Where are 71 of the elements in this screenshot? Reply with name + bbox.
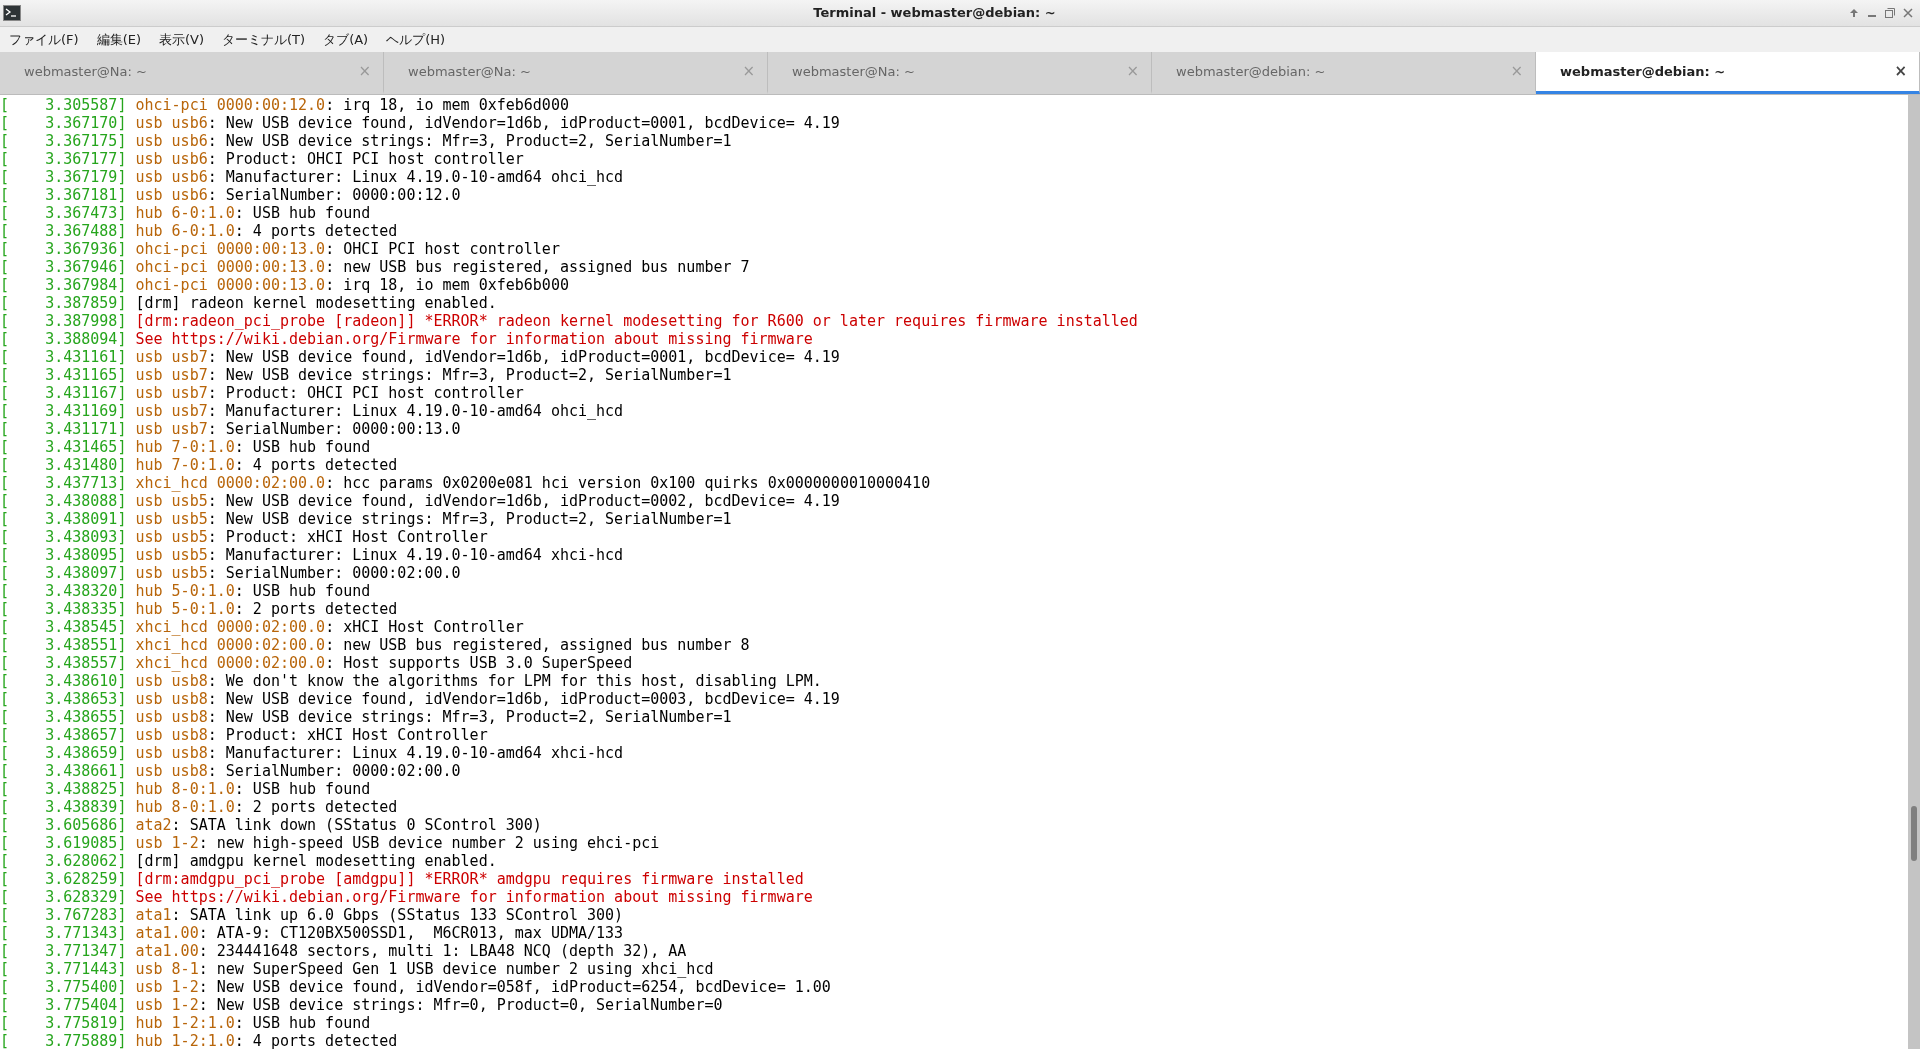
log-line: [ 3.431480] hub 7-0:1.0: 4 ports detected [0,456,399,474]
log-line: [ 3.438610] usb usb8: We don't know the algorithms for LPM for this host, disabling LPM. [0,672,823,690]
log-line: [ 3.438557] xhci_hcd 0000:02:00.0: Host supports USB 3.0 SuperSpeed [0,654,634,672]
log-line: [ 3.438088] usb usb5: New USB device found, idVendor=1d6b, idProduct=0002, bcdDevice= 4.19 [0,492,841,510]
log-line: [ 3.619085] usb 1-2: new high-speed USB device number 2 using ehci-pci [0,834,661,852]
terminal-icon [3,5,21,21]
log-line: [ 3.438551] xhci_hcd 0000:02:00.0: new USB bus registered, assigned bus number 8 [0,636,751,654]
log-line: [ 3.438839] hub 8-0:1.0: 2 ports detected [0,798,399,816]
log-line: [ 3.438545] xhci_hcd 0000:02:00.0: xHCI Host Controller [0,618,525,636]
close-tab-button[interactable]: × [1894,60,1907,83]
log-line: [ 3.438095] usb usb5: Manufacturer: Linux 4.19.0-10-amd64 xhci-hcd [0,546,625,564]
log-line: [ 3.438097] usb usb5: SerialNumber: 0000:02:00.0 [0,564,462,582]
menu-item[interactable]: ファイル(F) [0,29,88,50]
log-line: [ 3.628062] [drm] amdgpu kernel modesetting enabled. [0,852,498,870]
window-title: Terminal - webmaster@debian: ~ [812,4,1057,23]
log-line: [ 3.438093] usb usb5: Product: xHCI Host Controller [0,528,489,546]
log-line: [ 3.367473] hub 6-0:1.0: USB hub found [0,204,372,222]
close-icon[interactable] [1902,7,1914,19]
log-line: [ 3.367179] usb usb6: Manufacturer: Linux 4.19.0-10-amd64 ohci_hcd [0,168,625,186]
log-line: [ 3.367936] ohci-pci 0000:00:13.0: OHCI PCI host controller [0,240,561,258]
log-line: [ 3.775404] usb 1-2: New USB device strings: Mfr=0, Product=0, SerialNumber=0 [0,996,724,1014]
log-line: [ 3.628329] See https://wiki.debian.org/Firmware for information about missing firmware [0,888,814,906]
log-line: [ 3.438320] hub 5-0:1.0: USB hub found [0,582,372,600]
log-line: [ 3.367946] ohci-pci 0000:00:13.0: new USB bus registered, assigned bus number 7 [0,258,751,276]
log-line: [ 3.431167] usb usb7: Product: OHCI PCI host controller [0,384,525,402]
log-line: [ 3.431161] usb usb7: New USB device found, idVendor=1d6b, idProduct=0001, bcdDevice= 4.19 [0,348,841,366]
log-line: [ 3.771443] usb 8-1: new SuperSpeed Gen 1 USB device number 2 using xhci_hcd [0,960,715,978]
log-line: [ 3.767283] ata1: SATA link up 6.0 Gbps (SStatus 133 SControl 300) [0,906,625,924]
log-line: [ 3.438657] usb usb8: Product: xHCI Host Controller [0,726,489,744]
menu-item[interactable]: タブ(A) [314,29,378,50]
log-line: [ 3.387859] [drm] radeon kernel modesetting enabled. [0,294,498,312]
log-line: [ 3.367181] usb usb6: SerialNumber: 0000:00:12.0 [0,186,462,204]
log-line: [ 3.367177] usb usb6: Product: OHCI PCI host controller [0,150,525,168]
log-line: [ 3.771343] ata1.00: ATA-9: CT120BX500SSD1, M6CR013, max UDMA/133 [0,924,625,942]
log-line: [ 3.628259] [drm:amdgpu_pci_probe [amdgpu]] *ERROR* amdgpu requires firmware installed [0,870,805,888]
log-line: [ 3.367984] ohci-pci 0000:00:13.0: irq 18, io mem 0xfeb6b000 [0,276,570,294]
log-line: [ 3.438335] hub 5-0:1.0: 2 ports detected [0,600,399,618]
terminal-tab[interactable]: webmaster@debian: ~ × [1536,52,1920,94]
log-line: [ 3.771347] ata1.00: 234441648 sectors, multi 1: LBA48 NCQ (depth 32), AA [0,942,688,960]
menu-item[interactable]: 表示(V) [150,29,214,50]
log-line: [ 3.438653] usb usb8: New USB device found, idVendor=1d6b, idProduct=0003, bcdDevice= 4.19 [0,690,841,708]
log-line: [ 3.775400] usb 1-2: New USB device found, idVendor=058f, idProduct=6254, bcdDevice= 1.00 [0,978,832,996]
log-line: [ 3.388094] See https://wiki.debian.org/Firmware for information about missing firmware [0,330,814,348]
log-line: [ 3.438091] usb usb5: New USB device strings: Mfr=3, Product=2, SerialNumber=1 [0,510,733,528]
maximize-icon[interactable] [1884,7,1896,19]
terminal-tab[interactable]: webmaster@Na: ~ × [768,52,1152,94]
log-line: [ 3.438825] hub 8-0:1.0: USB hub found [0,780,372,798]
log-line: [ 3.438659] usb usb8: Manufacturer: Linux 4.19.0-10-amd64 xhci-hcd [0,744,625,762]
log-line: [ 3.775819] hub 1-2:1.0: USB hub found [0,1014,372,1032]
log-line: [ 3.431465] hub 7-0:1.0: USB hub found [0,438,372,456]
scrollbar[interactable] [1908,95,1920,1049]
terminal-tab[interactable]: webmaster@Na: ~ × [384,52,768,94]
terminal-tab[interactable]: webmaster@Na: ~ × [0,52,384,94]
log-line: [ 3.367488] hub 6-0:1.0: 4 ports detected [0,222,399,240]
pin-icon[interactable] [1848,7,1860,19]
log-line: [ 3.387998] [drm:radeon_pci_probe [radeon]] *ERROR* radeon kernel modesetting for R600 or later requires firmware installed [0,312,1139,330]
menu-item[interactable]: 編集(E) [87,29,150,50]
log-line: [ 3.305587] ohci-pci 0000:00:12.0: irq 18, io mem 0xfeb6d000 [0,96,570,114]
log-line: [ 3.431171] usb usb7: SerialNumber: 0000:00:13.0 [0,420,462,438]
log-line: [ 3.775889] hub 1-2:1.0: 4 ports detected [0,1032,399,1049]
log-line: [ 3.431169] usb usb7: Manufacturer: Linux 4.19.0-10-amd64 ohci_hcd [0,402,625,420]
menu-item[interactable]: ターミナル(T) [213,29,315,50]
log-line: [ 3.438661] usb usb8: SerialNumber: 0000:02:00.0 [0,762,462,780]
log-line: [ 3.605686] ata2: SATA link down (SStatus 0 SControl 300) [0,816,543,834]
log-line: [ 3.431165] usb usb7: New USB device strings: Mfr=3, Product=2, SerialNumber=1 [0,366,733,384]
log-line: [ 3.438655] usb usb8: New USB device strings: Mfr=3, Product=2, SerialNumber=1 [0,708,733,726]
log-line: [ 3.367170] usb usb6: New USB device found, idVendor=1d6b, idProduct=0001, bcdDevice= 4.19 [0,114,841,132]
menu-item[interactable]: ヘルプ(H) [377,29,455,50]
scrollbar-thumb[interactable] [1911,806,1917,861]
log-line: [ 3.367175] usb usb6: New USB device strings: Mfr=3, Product=2, SerialNumber=1 [0,132,733,150]
log-line: [ 3.437713] xhci_hcd 0000:02:00.0: hcc params 0x0200e081 hci version 0x100 quirks 0x0000000010000410 [0,474,932,492]
